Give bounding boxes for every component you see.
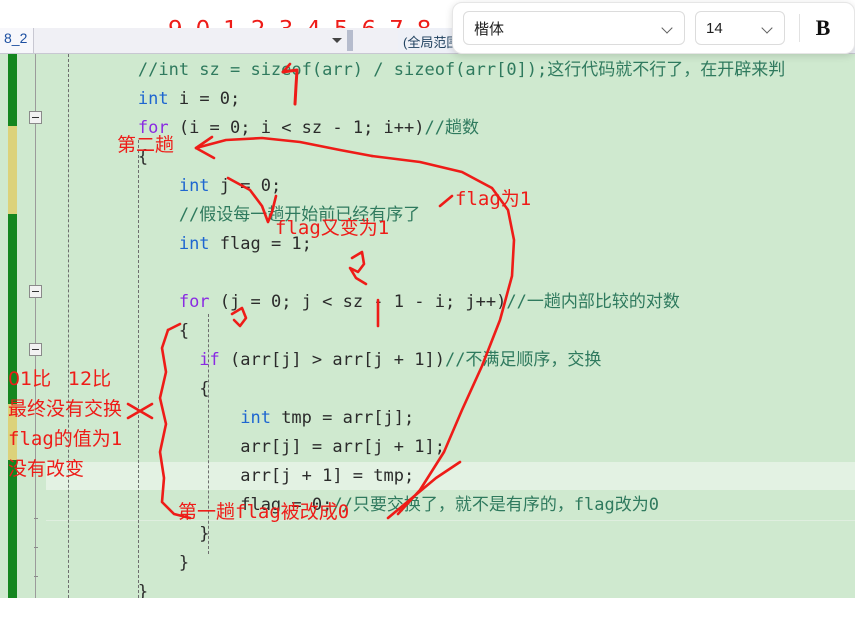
code-line: }: [56, 520, 210, 549]
code-line: for (j = 0; j < sz - 1 - i; j++)//一趟内部比较…: [56, 288, 680, 317]
annotation-flag-value-1: flag的值为1: [8, 428, 123, 450]
code-line: int j = 0;: [56, 172, 281, 201]
code-token: i =: [168, 89, 220, 109]
code-token: int: [137, 89, 169, 109]
chevron-down-icon[interactable]: [662, 22, 674, 34]
code-token: ;: [230, 89, 241, 109]
code-token: }: [56, 524, 210, 544]
code-token: //趟数: [424, 118, 479, 138]
code-line: }: [56, 549, 189, 578]
scope-label: (全局范围: [403, 35, 460, 50]
code-token: int: [240, 408, 271, 428]
annotation-compare-12: 12比: [68, 368, 112, 390]
screenshot-root: 9 0 1 2 3 4 5 6 7 8 8_2 (全局范围: [0, 0, 855, 618]
toolbar-divider: [799, 14, 800, 42]
font-size-select[interactable]: 14: [695, 11, 785, 45]
annotation-no-swap: 最终没有交换: [8, 398, 123, 420]
font-format-toolbar[interactable]: 楷体 14 B: [452, 2, 855, 54]
code-token: for: [178, 292, 210, 312]
code-line: int flag = 1;: [56, 230, 312, 259]
bottom-white-strip: [0, 598, 855, 618]
splitter-grip[interactable]: [347, 30, 353, 51]
annotation-flag-is-1: flag为1: [455, 188, 532, 210]
tab-file-8-2[interactable]: 8_2: [0, 28, 35, 53]
annotation-unchanged: 没有改变: [8, 458, 85, 480]
code-token: tmp = arr[j];: [270, 408, 415, 428]
chevron-down-icon[interactable]: [332, 38, 342, 43]
code-token: //不满足顺序，交换: [444, 350, 602, 370]
code-line: int i = 0;: [56, 85, 240, 114]
code-token: (arr[j] > arr[j + 1]): [219, 350, 445, 370]
font-family-select[interactable]: 楷体: [463, 11, 685, 45]
code-token: //int sz = sizeof(arr) / sizeof(arr[0]);…: [56, 60, 786, 80]
code-token: (i = 0; i < sz - 1; i++): [168, 118, 425, 138]
annotation-flag-again-1: flag又变为1: [275, 217, 390, 239]
code-token: //一趟内部比较的对数: [506, 292, 680, 312]
code-token: if: [199, 350, 220, 370]
code-token: int: [178, 234, 210, 254]
code-token: {: [56, 321, 190, 341]
code-line: if (arr[j] > arr[j + 1])//不满足顺序，交换: [56, 346, 601, 375]
bold-button[interactable]: B: [806, 11, 840, 45]
chevron-down-icon[interactable]: [762, 22, 774, 34]
code-line: //int sz = sizeof(arr) / sizeof(arr[0]);…: [56, 56, 785, 85]
font-size-value: 14: [706, 19, 723, 37]
code-token: int: [178, 176, 210, 196]
code-token: //只要交换了，就不是有序的，flag改为0: [332, 495, 659, 515]
code-token: j = 0;: [209, 176, 282, 196]
code-token: arr[j + 1] = tmp;: [56, 466, 415, 486]
font-family-value: 楷体: [474, 20, 505, 38]
code-token: (j = 0; j < sz - 1 - i; j++): [209, 292, 507, 312]
annotation-second-pass: 第二趟: [117, 134, 175, 156]
code-token: }: [56, 582, 149, 598]
code-line: {: [56, 317, 189, 346]
code-line: arr[j + 1] = tmp;: [56, 462, 414, 491]
code-token: 0: [219, 89, 231, 109]
code-line: }: [56, 578, 148, 598]
annotation-first-pass-flag-zero: 第一趟flag被改成0: [178, 501, 350, 523]
code-token: }: [56, 553, 190, 573]
code-line: flag = 0;//只要交换了，就不是有序的，flag改为0: [56, 491, 659, 520]
annotation-compare-01: 01比: [8, 368, 52, 390]
